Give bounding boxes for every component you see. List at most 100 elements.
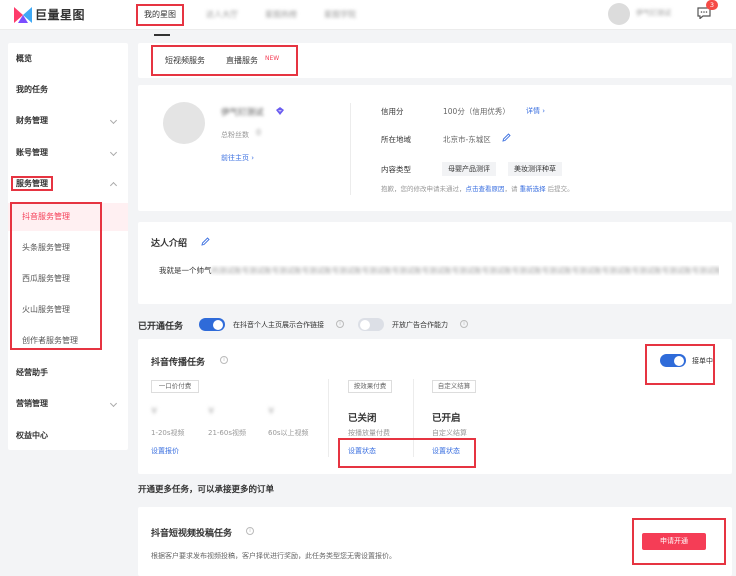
credit-value: 100分（信用优秀） [443,107,510,116]
douyin-task-title: 抖音传播任务 [151,358,206,368]
effect-pay-desc: 按播放量付费 [348,429,390,437]
notice-text: 抱歉，您的修改申请未通过， [381,185,466,193]
sidebar-item-label: 经营助手 [16,368,48,377]
custom-set-status-link[interactable]: 设置状态 [432,446,460,456]
sidebar-item-business-assistant[interactable]: 经营助手 [8,363,128,383]
homepage-link[interactable]: 前往主页 › [221,153,254,163]
accepting-orders-toggle[interactable] [660,354,686,367]
tab-short-video[interactable]: 短视频服务 [165,55,205,66]
sidebar-item-label: 账号管理 [16,148,48,157]
location-label: 所在地域 [381,135,411,144]
sidebar-item-service[interactable]: 服务管理 [8,174,128,194]
intro-text: 我就是一个帅气的测试账号测试账号测试账号测试账号测试账号测试账号测试账号测试账号… [159,265,719,276]
logo[interactable]: 巨量星图 [14,6,85,23]
sidebar-item-label: 服务管理 [11,176,53,191]
notification-badge: 3 [706,0,718,10]
price-value: ¥ [268,406,275,417]
intro-text-prefix: 我就是一个帅气 [159,266,212,275]
price-label: 21-60s视频 [208,429,246,437]
accepting-orders-label: 接单中 [692,357,713,365]
douyin-task-card: 抖音传播任务 i 接单中 一口价付费 ¥ ¥ ¥ 1-20s视频 21-60s视… [138,339,732,474]
sidebar-subitem-toutiao[interactable]: 头条服务管理 [8,238,128,258]
custom-settle-status: 已开启 [432,413,461,424]
sidebar-subitem-xigua[interactable]: 西瓜服务管理 [8,269,128,289]
custom-settle-tag: 自定义结算 [432,380,476,393]
modification-notice: 抱歉，您的修改申请未通过，点击查看原因，请 重新选择 后提交。 [381,183,574,193]
sidebar-item-account[interactable]: 账号管理 [8,143,128,163]
avatar[interactable] [608,3,630,25]
intro-title: 达人介绍 [151,239,188,249]
homepage-link-toggle[interactable] [199,318,225,331]
apply-open-button[interactable]: 申请开通 [642,533,706,550]
nav-hot-list[interactable]: 星图热榜 [259,6,303,24]
content-tag: 美妆测评种草 [508,162,562,176]
set-price-link[interactable]: 设置报价 [151,446,179,456]
chevron-down-icon [109,148,118,157]
sidebar-item-label: 权益中心 [16,431,48,440]
opened-tasks-title: 已开通任务 [138,322,184,332]
homepage-link-label: 前往主页 [221,154,249,162]
view-reason-link[interactable]: 点击查看原因 [466,185,505,193]
sidebar-item-label: 营销管理 [16,399,48,408]
sidebar-item-marketing[interactable]: 营销管理 [8,394,128,414]
profile-avatar [163,102,205,144]
homepage-link-toggle-label: 在抖音个人主页展示合作链接 [233,321,324,329]
notice-text: 后提交。 [545,185,574,193]
credit-detail-label: 详情 [526,107,540,115]
price-label: 1-20s视频 [151,429,185,437]
sidebar-subitem-huoshan[interactable]: 火山服务管理 [8,300,128,320]
ad-cooperation-toggle-label: 开放广告合作能力 [392,321,448,329]
short-video-task-desc: 根据客户要求发布视频投稿，客户择优进行奖励，此任务类型您无需设置报价。 [151,552,396,560]
sidebar: 概览 我的任务 财务管理 账号管理 服务管理 抖音服务管理 头条服务管理 西瓜服… [8,43,128,450]
tab-live[interactable]: 直播服务 [226,55,258,66]
price-value: ¥ [151,406,158,417]
sidebar-item-finance[interactable]: 财务管理 [8,111,128,131]
edit-pencil-icon[interactable] [201,237,210,246]
credit-detail-link[interactable]: 详情 › [526,106,545,116]
info-icon[interactable]: i [246,527,254,535]
sidebar-subitem-douyin[interactable]: 抖音服务管理 [8,207,128,227]
short-video-task-card: 抖音短视频投稿任务 i 根据客户要求发布视频投稿，客户择优进行奖励，此任务类型您… [138,507,732,576]
divider [350,103,351,195]
profile-name: 伊气钉测试 [221,108,264,118]
sidebar-item-my-tasks[interactable]: 我的任务 [8,80,128,100]
chevron-up-icon [109,181,118,190]
price-value: ¥ [208,406,215,417]
xingtu-logo-icon [14,6,32,23]
nav-academy[interactable]: 星图学院 [318,6,362,24]
intro-text-blurred: 的测试账号测试账号测试账号测试账号测试账号测试账号测试账号测试账号测试账号测试账… [211,266,720,275]
top-bar: 巨量星图 我的星图 达人大厅 星图热榜 星图学院 伊气钉测试 3 [0,0,736,30]
divider [328,379,329,457]
info-icon[interactable]: i [336,320,344,328]
custom-settle-desc: 自定义结算 [432,429,467,437]
more-tasks-heading: 开通更多任务，可以承接更多的订单 [138,485,275,495]
short-video-task-title: 抖音短视频投稿任务 [151,529,233,539]
service-tabs-card: 短视频服务 直播服务 NEW [138,43,732,78]
effect-set-status-link[interactable]: 设置状态 [348,446,376,456]
profile-card: 伊气钉测试 总粉丝数 0 前往主页 › 信用分 100分（信用优秀） 详情 › … [138,85,732,211]
credit-label: 信用分 [381,107,404,116]
chevron-down-icon [109,399,118,408]
logo-text: 巨量星图 [35,8,86,22]
info-icon[interactable]: i [220,356,228,364]
edit-pencil-icon[interactable] [502,133,511,142]
nav-my-xingtu[interactable]: 我的星图 [136,4,184,26]
fans-label: 总粉丝数 [221,131,249,139]
content-tag: 母婴产品测评 [442,162,496,176]
effect-pay-tag: 按效果付费 [348,380,392,393]
username[interactable]: 伊气钉测试 [636,8,671,18]
sidebar-item-overview[interactable]: 概览 [8,49,128,69]
chevron-down-icon [109,116,118,125]
reselect-link[interactable]: 重新选择 [520,185,546,193]
sidebar-item-label: 概览 [16,54,32,63]
sidebar-subitem-creator[interactable]: 创作者服务管理 [8,331,128,351]
ad-cooperation-toggle[interactable] [358,318,384,331]
content-type-label: 内容类型 [381,165,411,174]
notice-text: ，请 [504,185,520,193]
new-badge: NEW [265,55,280,62]
fixed-price-tag: 一口价付费 [151,380,199,393]
intro-card: 达人介绍 我就是一个帅气的测试账号测试账号测试账号测试账号测试账号测试账号测试账… [138,222,732,304]
nav-talent-hall[interactable]: 达人大厅 [200,6,244,24]
info-icon[interactable]: i [460,320,468,328]
sidebar-item-benefits[interactable]: 权益中心 [8,426,128,446]
